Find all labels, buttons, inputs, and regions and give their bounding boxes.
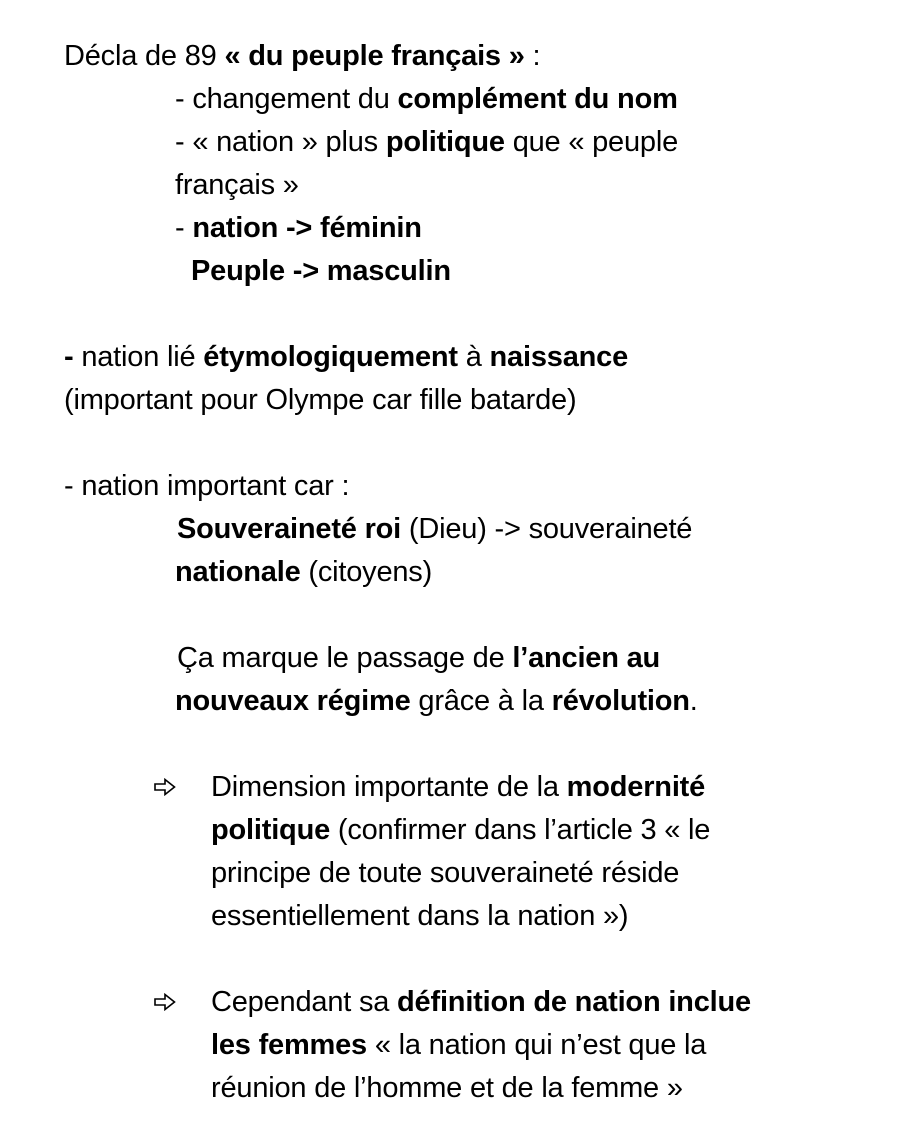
arrow-right-icon [154,993,176,1011]
arrow-right-icon [154,778,176,796]
section2-line-1: - nation lié étymologiquement à naissanc… [64,341,629,373]
section1-item-1: - changement du complément du nom [175,83,678,115]
section1-item-2: - « nation » plus politique que « peuple [175,126,679,158]
bullet-2-line-2: les femmes « la nation qui n’est que la [211,1029,707,1061]
section3-paragraph-line-2: nouveaux régime grâce à la révolution. [175,685,698,717]
section1-item-3-continued: Peuple -> masculin [191,255,451,287]
bullet-1-line-2: politique (confirmer dans l’article 3 « … [211,814,711,846]
bullet-1-line-4: essentiellement dans la nation ») [211,900,629,932]
section3-intro: - nation important car : [64,470,350,502]
bullet-1-line-1: Dimension importante de la modernité [211,771,706,803]
document-page: { "section1": { "title_prefix": "Décla d… [0,0,908,1146]
bullet-2-line-1: Cependant sa définition de nation inclue [211,986,751,1018]
section3-paragraph-line-1: Ça marque le passage de l’ancien au [177,642,661,674]
bullet-1-line-3: principe de toute souveraineté réside [211,857,680,889]
bullet-2-line-3: réunion de l’homme et de la femme » [211,1072,683,1104]
section1-item-2-continued: français » [175,169,299,201]
section2-line-2: (important pour Olympe car fille batarde… [64,384,577,416]
section1-item-3: - nation -> féminin [175,212,422,244]
section3-line-2: nationale (citoyens) [175,556,433,588]
section3-line-1: Souveraineté roi (Dieu) -> souveraineté [177,513,693,545]
section1-title: Décla de 89 « du peuple français » : [64,40,541,72]
